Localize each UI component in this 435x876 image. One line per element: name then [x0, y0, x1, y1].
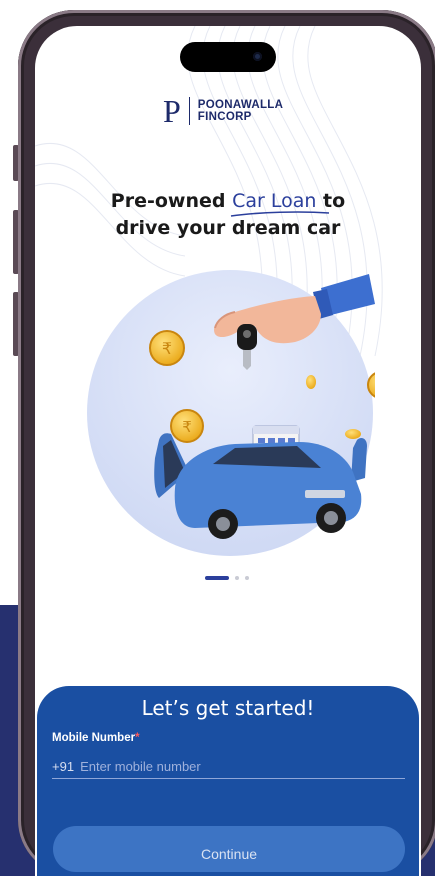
country-code: +91	[52, 758, 75, 774]
brand-name: POONAWALLA FINCORP	[198, 99, 283, 123]
carousel-dot[interactable]	[245, 576, 249, 580]
login-card: Let’s get started! Mobile Number* +91 Co…	[37, 686, 419, 876]
brand-mark: P	[163, 93, 181, 129]
headline-line2: drive your dream car	[115, 217, 341, 239]
brand-divider	[188, 97, 190, 125]
headline-accent: Car Loan	[231, 190, 330, 217]
card-title: Let’s get started!	[141, 696, 315, 720]
mobile-number-input[interactable]	[80, 758, 405, 774]
carousel-dot[interactable]	[235, 576, 239, 580]
headline-line1: Pre-owned Car Loan to	[35, 190, 421, 217]
rupee-coin-icon: ₹	[149, 330, 185, 366]
mobile-label-text: Mobile Number	[52, 732, 136, 744]
camera-notch	[180, 42, 276, 72]
headline-post: to	[316, 190, 346, 212]
camera-icon	[253, 52, 262, 61]
mobile-number-label: Mobile Number*	[52, 732, 140, 744]
carousel-indicator	[205, 576, 249, 580]
headline-pre: Pre-owned	[110, 190, 233, 212]
rupee-coin-icon	[345, 429, 361, 439]
svg-text:₹: ₹	[182, 418, 192, 436]
hero-illustration: ₹ ₹ ₹	[87, 270, 375, 556]
carousel-dot-active[interactable]	[205, 576, 229, 580]
brand-name-line1: POONAWALLA	[197, 99, 284, 111]
brand-logo: P POONAWALLA FINCORP	[163, 92, 283, 130]
required-mark: *	[135, 732, 140, 744]
continue-button[interactable]: Continue	[53, 826, 405, 872]
rupee-coin-icon: ₹	[170, 409, 204, 443]
svg-text:₹: ₹	[162, 339, 172, 358]
brand-name-line2: FINCORP	[197, 111, 252, 123]
phone-screen: P POONAWALLA FINCORP Pre-owned Car Loan …	[35, 26, 421, 876]
mobile-number-field: +91	[52, 754, 405, 779]
rupee-coin-icon	[306, 375, 316, 389]
headline-accent-text: Car Loan	[232, 190, 317, 212]
